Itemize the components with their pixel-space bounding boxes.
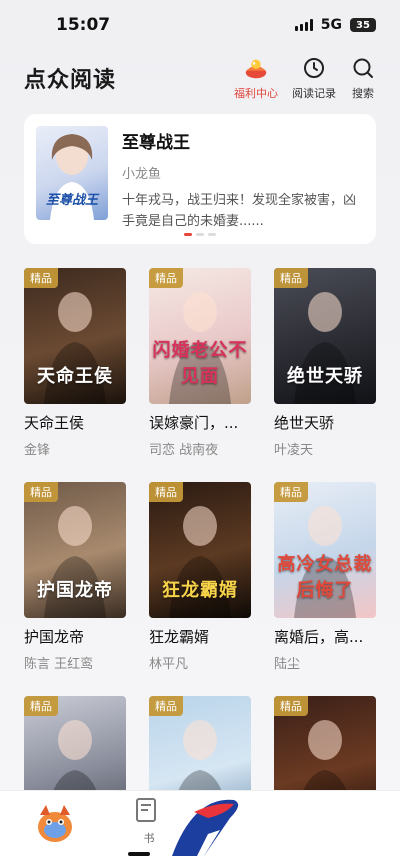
watermark-logo bbox=[164, 786, 244, 866]
status-time: 15:07 bbox=[56, 15, 111, 35]
book-title: 离婚后，高... bbox=[274, 628, 364, 646]
book-cover-title: 绝世天骄 bbox=[287, 366, 363, 387]
book-title: 绝世天骄 bbox=[274, 414, 335, 432]
book-title: 天命王侯 bbox=[24, 414, 85, 432]
book-author: 叶凌天 bbox=[274, 443, 314, 458]
book-cover: 精品 天命王侯 bbox=[24, 268, 126, 404]
premium-badge: 精品 bbox=[149, 482, 183, 502]
gift-icon bbox=[243, 55, 269, 81]
premium-badge: 精品 bbox=[274, 482, 308, 502]
book-title: 狂龙霸婿 bbox=[149, 628, 210, 646]
signal-icon bbox=[294, 19, 313, 31]
featured-book-card[interactable]: 至尊战王 至尊战王 小龙鱼 十年戎马，战王归来！发现全家被害，凶手竟是自己的未婚… bbox=[24, 114, 376, 244]
featured-cover-title: 至尊战王 bbox=[45, 193, 98, 208]
premium-badge: 精品 bbox=[149, 268, 183, 288]
header-actions: 福利中心 阅读记录 搜索 bbox=[234, 55, 376, 101]
bookshelf-icon bbox=[136, 798, 156, 822]
search-button[interactable]: 搜索 bbox=[350, 55, 376, 101]
featured-book-description: 十年戎马，战王归来！发现全家被害，凶手竟是自己的未婚妻...... bbox=[122, 193, 357, 229]
premium-badge: 精品 bbox=[274, 268, 308, 288]
nav-bookshelf-label: 书 bbox=[143, 832, 155, 845]
carousel-dot bbox=[196, 233, 204, 236]
featured-book-title: 至尊战王 bbox=[122, 133, 190, 153]
book-author: 陈言 王红鸾 bbox=[24, 657, 94, 672]
reading-history-button[interactable]: 阅读记录 bbox=[292, 55, 336, 101]
premium-badge: 精品 bbox=[24, 696, 58, 716]
featured-book-info: 至尊战王 小龙鱼 十年戎马，战王归来！发现全家被害，凶手竟是自己的未婚妻....… bbox=[122, 126, 364, 232]
reading-history-label: 阅读记录 bbox=[292, 86, 336, 100]
book-author: 司恋 战南夜 bbox=[149, 443, 219, 458]
book-item[interactable]: 精品 狂龙霸婿 狂龙霸婿 林平凡 bbox=[149, 482, 251, 672]
welfare-center-label: 福利中心 bbox=[234, 86, 278, 100]
book-author: 林平凡 bbox=[149, 657, 189, 672]
book-item[interactable]: 精品 天命王侯 天命王侯 金锋 bbox=[24, 268, 126, 458]
book-cover-title: 护国龙帝 bbox=[37, 580, 113, 601]
book-item[interactable]: 精品 闪婚老公不见面 误嫁豪门，... 司恋 战南夜 bbox=[149, 268, 251, 458]
book-cover-title: 天命王侯 bbox=[37, 366, 113, 387]
status-indicators: 5G 35 bbox=[294, 17, 376, 33]
nav-bookshelf-button[interactable]: 书 bbox=[134, 795, 164, 845]
mascot-icon bbox=[38, 805, 72, 842]
book-title: 误嫁豪门，... bbox=[149, 414, 239, 432]
clock-icon bbox=[301, 55, 327, 81]
book-author: 金锋 bbox=[24, 443, 51, 458]
app-title: 点众阅读 bbox=[24, 67, 117, 93]
book-cover: 精品 狂龙霸婿 bbox=[149, 482, 251, 618]
status-bar: 15:07 5G 35 bbox=[0, 0, 400, 50]
book-cover: 精品 高冷女总裁后悔了 bbox=[274, 482, 376, 618]
book-cover-title: 狂龙霸婿 bbox=[162, 580, 238, 601]
featured-book-author: 小龙鱼 bbox=[122, 167, 162, 182]
app-header: 点众阅读 福利中心 阅读记录 搜索 bbox=[0, 50, 400, 105]
book-author: 陆尘 bbox=[274, 657, 301, 672]
premium-badge: 精品 bbox=[274, 696, 308, 716]
book-title: 护国龙帝 bbox=[24, 628, 85, 646]
nav-home-button[interactable] bbox=[30, 797, 80, 847]
book-item[interactable]: 精品 高冷女总裁后悔了 离婚后，高... 陆尘 bbox=[274, 482, 376, 672]
book-cover: 精品 绝世天骄 bbox=[274, 268, 376, 404]
premium-badge: 精品 bbox=[24, 482, 58, 502]
book-cover: 精品 护国龙帝 bbox=[24, 482, 126, 618]
search-label: 搜索 bbox=[352, 86, 374, 100]
book-cover: 精品 闪婚老公不见面 bbox=[149, 268, 251, 404]
book-item[interactable]: 精品 护国龙帝 护国龙帝 陈言 王红鸾 bbox=[24, 482, 126, 672]
premium-badge: 精品 bbox=[149, 696, 183, 716]
book-cover-title: 高冷女总裁后悔了 bbox=[277, 554, 373, 601]
search-icon bbox=[350, 55, 376, 81]
battery-icon: 35 bbox=[350, 18, 376, 32]
featured-book-cover: 至尊战王 bbox=[36, 126, 108, 220]
premium-badge: 精品 bbox=[24, 268, 58, 288]
network-label: 5G bbox=[320, 17, 342, 33]
carousel-indicator bbox=[24, 233, 376, 236]
home-indicator bbox=[128, 852, 150, 856]
welfare-center-button[interactable]: 福利中心 bbox=[234, 55, 278, 101]
carousel-dot bbox=[208, 233, 216, 236]
carousel-dot bbox=[184, 233, 192, 236]
book-cover-title: 闪婚老公不见面 bbox=[152, 340, 248, 387]
book-item[interactable]: 精品 绝世天骄 绝世天骄 叶凌天 bbox=[274, 268, 376, 458]
